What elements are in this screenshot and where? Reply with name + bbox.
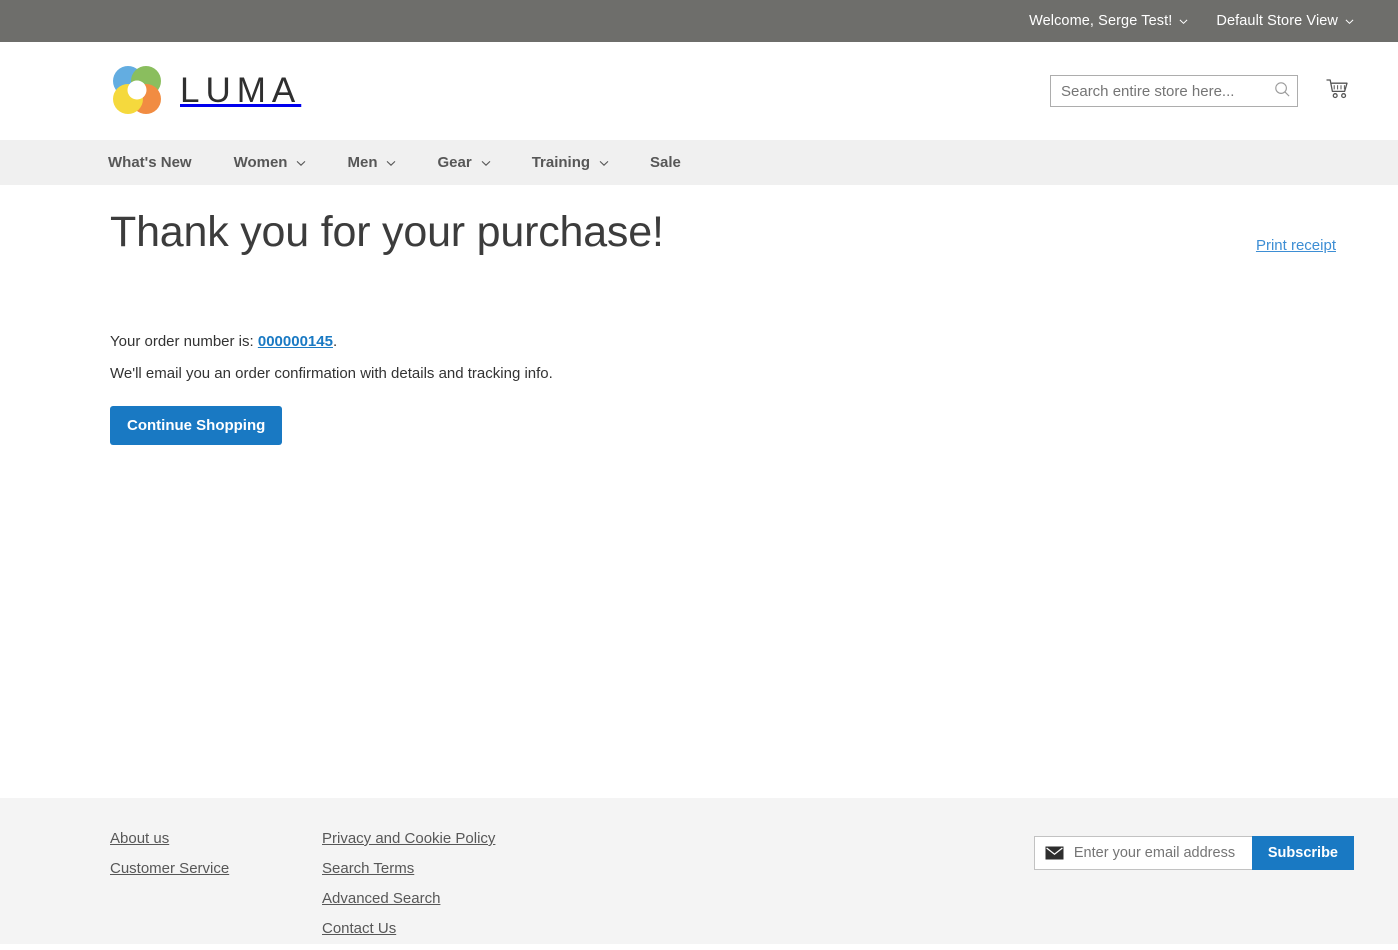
nav-item-women[interactable]: Women — [234, 154, 306, 171]
footer-link-about-us[interactable]: About us — [110, 830, 322, 847]
search-icon — [1274, 81, 1291, 101]
nav-item-sale[interactable]: Sale — [650, 154, 681, 171]
newsletter-signup: Subscribe — [1033, 836, 1354, 870]
chevron-down-icon — [386, 158, 396, 167]
order-number-suffix: . — [332, 332, 338, 350]
footer-link-privacy-policy[interactable]: Privacy and Cookie Policy — [322, 830, 622, 847]
footer-link-contact-us[interactable]: Contact Us — [322, 920, 622, 937]
page-title-row: Thank you for your purchase! Print recei… — [110, 185, 1354, 259]
customer-welcome-menu[interactable]: Welcome, Serge Test! — [1029, 13, 1188, 29]
page-title: Thank you for your purchase! — [110, 208, 664, 256]
nav-item-gear[interactable]: Gear — [437, 154, 491, 171]
newsletter-field[interactable] — [1033, 836, 1252, 870]
subscribe-button[interactable]: Subscribe — [1251, 836, 1354, 870]
order-number-prefix: Your order number is: — [110, 332, 258, 350]
main-content: Thank you for your purchase! Print recei… — [0, 185, 1398, 798]
newsletter-email-input[interactable] — [1073, 838, 1252, 868]
site-logo[interactable]: LUMA — [108, 62, 301, 120]
print-receipt-link[interactable]: Print receipt — [1256, 237, 1336, 254]
nav-item-men[interactable]: Men — [347, 154, 396, 171]
minicart-button[interactable] — [1324, 76, 1354, 106]
logo-wordmark: LUMA — [180, 71, 302, 110]
shopping-cart-icon — [1326, 78, 1352, 105]
chevron-down-icon — [1345, 17, 1354, 26]
footer-column-links: Privacy and Cookie Policy Search Terms A… — [322, 830, 622, 950]
search-box[interactable] — [1050, 75, 1298, 107]
nav-item-whats-new[interactable]: What's New — [108, 154, 192, 171]
footer-column-company: About us Customer Service — [110, 830, 322, 890]
chevron-down-icon — [481, 158, 491, 167]
order-success-block: Your order number is: 000000145. We'll e… — [110, 331, 1354, 445]
footer-link-search-terms[interactable]: Search Terms — [322, 860, 622, 877]
page-root: Welcome, Serge Test! Default Store View — [0, 0, 1398, 944]
chevron-down-icon — [1179, 17, 1188, 26]
store-view-label: Default Store View — [1216, 13, 1338, 29]
top-panel: Welcome, Serge Test! Default Store View — [0, 0, 1398, 42]
main-navigation: What's New Women Men Gear Training Sale — [0, 140, 1398, 185]
header-actions — [1050, 75, 1354, 107]
chevron-down-icon — [599, 158, 609, 167]
site-footer: About us Customer Service Privacy and Co… — [0, 798, 1398, 944]
luma-logo-icon — [108, 62, 166, 120]
email-confirmation-notice: We'll email you an order confirmation wi… — [110, 365, 553, 383]
footer-link-customer-service[interactable]: Customer Service — [110, 860, 322, 877]
order-number-link[interactable]: 000000145 — [258, 333, 333, 350]
nav-item-label: Gear — [437, 154, 472, 171]
nav-item-label: Sale — [650, 154, 681, 171]
footer-link-advanced-search[interactable]: Advanced Search — [322, 890, 622, 907]
nav-item-label: What's New — [108, 154, 192, 171]
envelope-icon — [1045, 846, 1064, 860]
nav-item-label: Training — [531, 154, 591, 171]
nav-item-label: Men — [347, 154, 378, 171]
search-input[interactable] — [1051, 76, 1268, 106]
chevron-down-icon — [296, 158, 306, 167]
store-view-switcher[interactable]: Default Store View — [1216, 13, 1354, 29]
nav-item-training[interactable]: Training — [531, 154, 609, 171]
site-header: LUMA — [0, 42, 1398, 140]
continue-shopping-button[interactable]: Continue Shopping — [110, 405, 283, 445]
search-button[interactable] — [1268, 76, 1297, 106]
nav-item-label: Women — [233, 154, 288, 171]
customer-welcome-label: Welcome, Serge Test! — [1029, 13, 1173, 29]
order-number-line: Your order number is: 000000145. — [110, 331, 1354, 354]
